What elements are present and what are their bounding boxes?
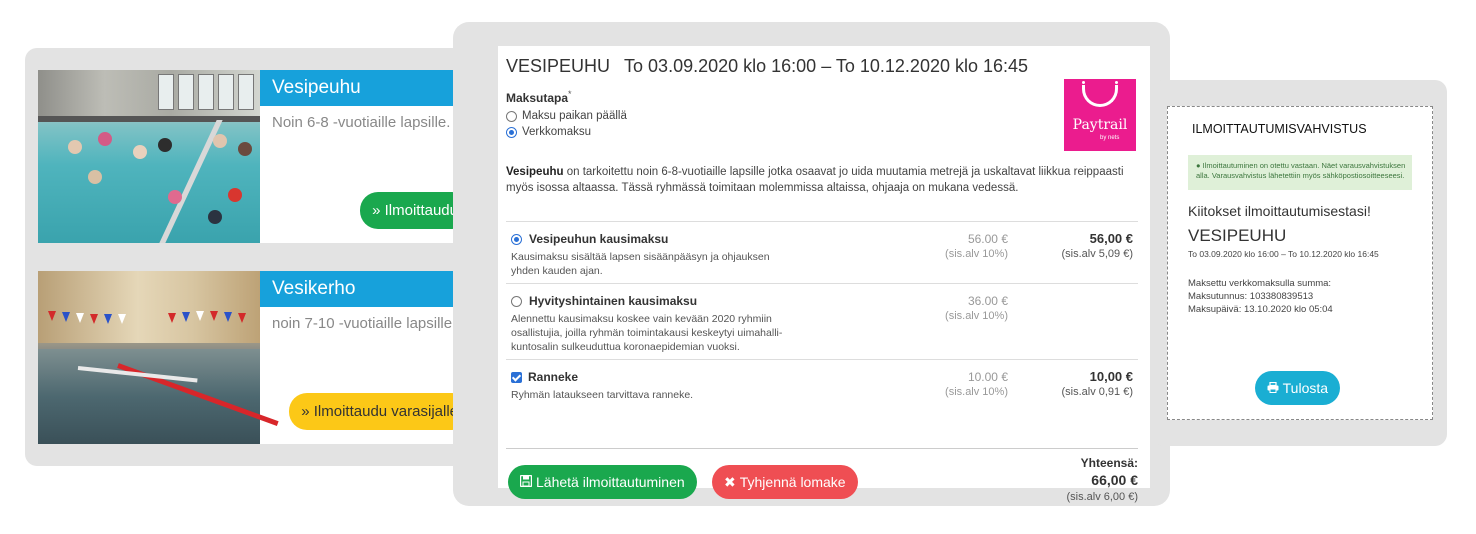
waitlist-button[interactable]: » Ilmoittaudu varasijalle [289,393,470,430]
payment-info: Maksettu verkkomaksulla summa: Maksutunn… [1188,278,1333,315]
payment-option-online[interactable]: Verkkomaksu [506,126,591,138]
product-description: Alennettu kausimaksu koskee vain kevään … [511,313,783,353]
radio-button[interactable] [506,110,517,122]
card-title: Vesikerho [260,271,482,307]
form-heading: VESIPEUHU To 03.09.2020 klo 16:00 – To 10… [506,56,1028,77]
radio-button[interactable] [511,233,522,245]
product-name[interactable]: Vesipeuhun kausimaksu [511,232,668,246]
confirmation-panel: ILMOITTAUTUMISVAHVISTUS ● Ilmoittautumin… [1152,80,1447,446]
product-row: Ranneke Ryhmän lataukseen tarvittava ran… [506,359,1138,421]
checkbox[interactable] [511,371,522,383]
course-dates: To 03.09.2020 klo 16:00 – To 10.12.2020 … [1188,249,1379,259]
total-label: Yhteensä: [1080,456,1138,470]
shopping-bag-icon [1082,81,1118,107]
unit-vat: (sis.alv 10%) [945,248,1008,260]
unit-price: 10.00 € [967,370,1008,384]
product-row: Vesipeuhun kausimaksu Kausimaksu sisältä… [506,221,1138,283]
unit-vat: (sis.alv 10%) [945,310,1008,322]
paytrail-logo: Paytrail by nets [1064,79,1136,151]
registration-form: VESIPEUHU To 03.09.2020 klo 16:00 – To 10… [498,46,1150,503]
unit-price: 36.00 € [967,294,1008,308]
bunting-flags [48,311,246,324]
pool-photo [38,70,260,243]
clear-form-button[interactable]: ✖ Tyhjennä lomake [712,465,858,499]
product-name[interactable]: Hyvityshintainen kausimaksu [511,294,697,308]
row-vat: (sis.alv 5,09 €) [1061,248,1133,260]
save-icon [519,465,533,499]
divider [506,448,1138,449]
payment-option-onsite[interactable]: Maksu paikan päällä [506,110,627,122]
course-card-vesikerho[interactable]: Vesikerho noin 7-10 -vuotiaille lapsille… [38,271,482,444]
unit-price: 56.00 € [967,232,1008,246]
course-cards-panel: Vesipeuhu Noin 6-8 -vuotiaille lapsille.… [25,48,495,466]
card-title: Vesipeuhu [260,70,482,106]
product-description: Kausimaksu sisältää lapsen sisäänpääsyn … [511,251,770,277]
product-name[interactable]: Ranneke [511,370,578,384]
total-vat: (sis.alv 6,00 €) [1066,491,1138,503]
card-description: Noin 6-8 -vuotiaille lapsille. [272,114,451,131]
printer-icon [1267,380,1283,396]
radio-button[interactable] [511,295,522,307]
radio-button[interactable] [506,126,517,138]
submit-registration-button[interactable]: Lähetä ilmoittautuminen [508,465,697,499]
row-total: 10,00 € [1089,369,1133,384]
registration-form-panel: VESIPEUHU To 03.09.2020 klo 16:00 – To 10… [453,22,1170,506]
course-dates: To 03.09.2020 klo 16:00 – To 10.12.2020 … [624,56,1029,76]
print-button[interactable]: Tulosta [1255,371,1341,405]
thanks-message: Kiitokset ilmoittautumisestasi! [1188,203,1371,219]
registration-confirmation: ILMOITTAUTUMISVAHVISTUS ● Ilmoittautumin… [1167,106,1433,420]
unit-vat: (sis.alv 10%) [945,386,1008,398]
product-row: Hyvityshintainen kausimaksu Alennettu ka… [506,283,1138,359]
course-name: VESIPEUHU [1188,226,1287,245]
total-value: 66,00 € [1091,472,1138,488]
close-icon: ✖ [724,474,736,490]
card-description: noin 7-10 -vuotiaille lapsille. [272,315,457,332]
info-icon: ● [1196,161,1203,170]
course-title: VESIPEUHU [506,56,611,76]
pool-photo [38,271,279,444]
confirmation-title: ILMOITTAUTUMISVAHVISTUS [1192,122,1367,136]
success-alert: ● Ilmoittautuminen on otettu vastaan. Nä… [1188,155,1412,190]
order-total: Yhteensä: 66,00 € (sis.alv 6,00 €) [1066,456,1138,503]
course-description: Vesipeuhu on tarkoitettu noin 6-8-vuotia… [506,166,1124,194]
row-vat: (sis.alv 0,91 €) [1061,386,1133,398]
row-total: 56,00 € [1089,231,1133,246]
payment-method-label: Maksutapa* [506,89,572,105]
course-card-vesipeuhu[interactable]: Vesipeuhu Noin 6-8 -vuotiaille lapsille.… [38,70,482,243]
product-description: Ryhmän lataukseen tarvittava ranneke. [511,389,694,401]
